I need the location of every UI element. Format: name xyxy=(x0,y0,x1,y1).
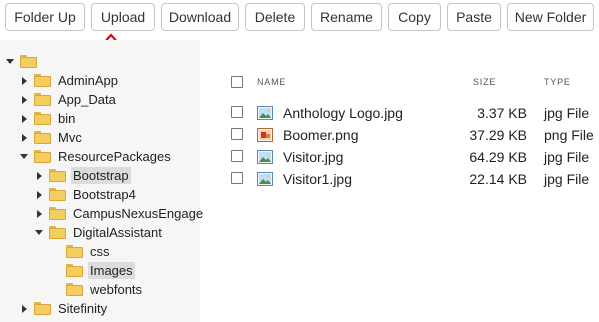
file-size: 22.14 KB xyxy=(469,171,527,187)
tree-item-label: bin xyxy=(58,111,76,126)
folder-icon xyxy=(34,150,51,163)
file-name: Anthology Logo.jpg xyxy=(283,105,403,121)
expand-toggle-icon[interactable] xyxy=(33,170,45,182)
tree-item-label: CampusNexusEngage xyxy=(73,206,204,221)
tree-item-root[interactable] xyxy=(4,52,46,71)
tree-item-digitalassistant[interactable]: DigitalAssistant xyxy=(33,223,164,242)
image-jpg-icon xyxy=(257,106,273,120)
expand-toggle-icon[interactable] xyxy=(4,56,16,68)
tree-item-label: Bootstrap4 xyxy=(73,187,136,202)
folder-icon xyxy=(49,207,66,220)
file-type: png File xyxy=(544,127,594,143)
file-size: 64.29 KB xyxy=(469,149,527,165)
folder-icon xyxy=(34,131,51,144)
expand-toggle-icon[interactable] xyxy=(18,113,30,125)
tree-item-webfonts[interactable]: webfonts xyxy=(66,280,144,299)
folder-icon xyxy=(34,74,51,87)
copy-button[interactable]: Copy xyxy=(388,3,441,31)
column-header-name[interactable]: NAME xyxy=(257,77,286,87)
tree-item-css[interactable]: css xyxy=(66,242,112,261)
rename-button[interactable]: Rename xyxy=(311,3,382,31)
folder-icon xyxy=(34,112,51,125)
file-type: jpg File xyxy=(544,171,590,187)
file-name: Boomer.png xyxy=(283,127,359,143)
tree-item-label: ResourcePackages xyxy=(58,149,171,164)
row-checkbox[interactable] xyxy=(231,106,243,118)
toolbar: Folder Up Upload Download Delete Rename … xyxy=(0,0,599,36)
file-row[interactable]: Visitor1.jpg 22.14 KB jpg File xyxy=(218,168,599,190)
column-header-size[interactable]: SIZE xyxy=(473,77,496,87)
folder-icon xyxy=(66,283,83,296)
column-header-type[interactable]: TYPE xyxy=(544,77,571,87)
expand-toggle-icon[interactable] xyxy=(18,132,30,144)
select-all-checkbox[interactable] xyxy=(231,76,243,88)
file-type: jpg File xyxy=(544,105,590,121)
tree-item-label: App_Data xyxy=(58,92,116,107)
tree-item-label: css xyxy=(90,244,110,259)
folder-icon xyxy=(49,226,66,239)
tree-item-label: Images xyxy=(88,262,135,279)
file-size: 3.37 KB xyxy=(477,105,527,121)
row-checkbox[interactable] xyxy=(231,128,243,140)
expand-toggle-icon[interactable] xyxy=(18,303,30,315)
file-row[interactable]: Boomer.png 37.29 KB png File xyxy=(218,124,599,146)
folder-icon xyxy=(34,302,51,315)
file-name: Visitor1.jpg xyxy=(283,171,353,187)
delete-button[interactable]: Delete xyxy=(245,3,305,31)
folder-icon xyxy=(49,188,66,201)
tree-item-resourcepackages[interactable]: ResourcePackages xyxy=(18,147,173,166)
tree-item-bin[interactable]: bin xyxy=(18,109,77,128)
tree-item-campusnexusengage[interactable]: CampusNexusEngage xyxy=(33,204,205,223)
folder-icon xyxy=(49,169,66,182)
new-folder-button[interactable]: New Folder xyxy=(507,3,594,31)
expand-toggle-icon[interactable] xyxy=(33,208,45,220)
image-jpg-icon xyxy=(257,150,273,164)
folder-icon xyxy=(66,245,83,258)
tree-item-adminapp[interactable]: AdminApp xyxy=(18,71,120,90)
file-size: 37.29 KB xyxy=(469,127,527,143)
tree-item-bootstrap4[interactable]: Bootstrap4 xyxy=(33,185,138,204)
image-jpg-icon xyxy=(257,172,273,186)
tree-item-bootstrap[interactable]: Bootstrap xyxy=(33,166,131,185)
list-header: NAME SIZE TYPE xyxy=(218,68,599,96)
collapse-toggle-icon[interactable] xyxy=(18,151,30,163)
tree-item-label: webfonts xyxy=(90,282,143,297)
folder-tree: AdminApp App_Data bin Mvc ResourcePackag… xyxy=(0,40,203,322)
tree-item-label: Mvc xyxy=(58,130,82,145)
tree-item-label: DigitalAssistant xyxy=(73,225,162,240)
file-name: Visitor.jpg xyxy=(283,149,344,165)
download-button[interactable]: Download xyxy=(161,3,239,31)
folder-icon xyxy=(66,264,83,277)
file-row[interactable]: Visitor.jpg 64.29 KB jpg File xyxy=(218,146,599,168)
expand-toggle-icon[interactable] xyxy=(18,94,30,106)
paste-button[interactable]: Paste xyxy=(447,3,501,31)
file-type: jpg File xyxy=(544,149,590,165)
expand-toggle-icon[interactable] xyxy=(18,75,30,87)
tree-item-label: AdminApp xyxy=(58,73,118,88)
row-checkbox[interactable] xyxy=(231,172,243,184)
folder-icon xyxy=(34,93,51,106)
tree-item-label xyxy=(42,61,46,63)
folder-up-button[interactable]: Folder Up xyxy=(5,3,85,31)
expand-toggle-icon[interactable] xyxy=(33,189,45,201)
collapse-toggle-icon[interactable] xyxy=(33,227,45,239)
upload-button[interactable]: Upload xyxy=(91,3,155,31)
file-row[interactable]: Anthology Logo.jpg 3.37 KB jpg File xyxy=(218,102,599,124)
tree-item-label: Bootstrap xyxy=(71,167,131,184)
folder-icon xyxy=(20,55,37,68)
tree-item-app-data[interactable]: App_Data xyxy=(18,90,118,109)
tree-item-label: Sitefinity xyxy=(58,301,108,316)
tree-item-mvc[interactable]: Mvc xyxy=(18,128,84,147)
image-png-icon xyxy=(257,128,273,142)
tree-item-sitefinity[interactable]: Sitefinity xyxy=(18,299,109,318)
row-checkbox[interactable] xyxy=(231,150,243,162)
tree-item-images[interactable]: Images xyxy=(66,261,135,280)
